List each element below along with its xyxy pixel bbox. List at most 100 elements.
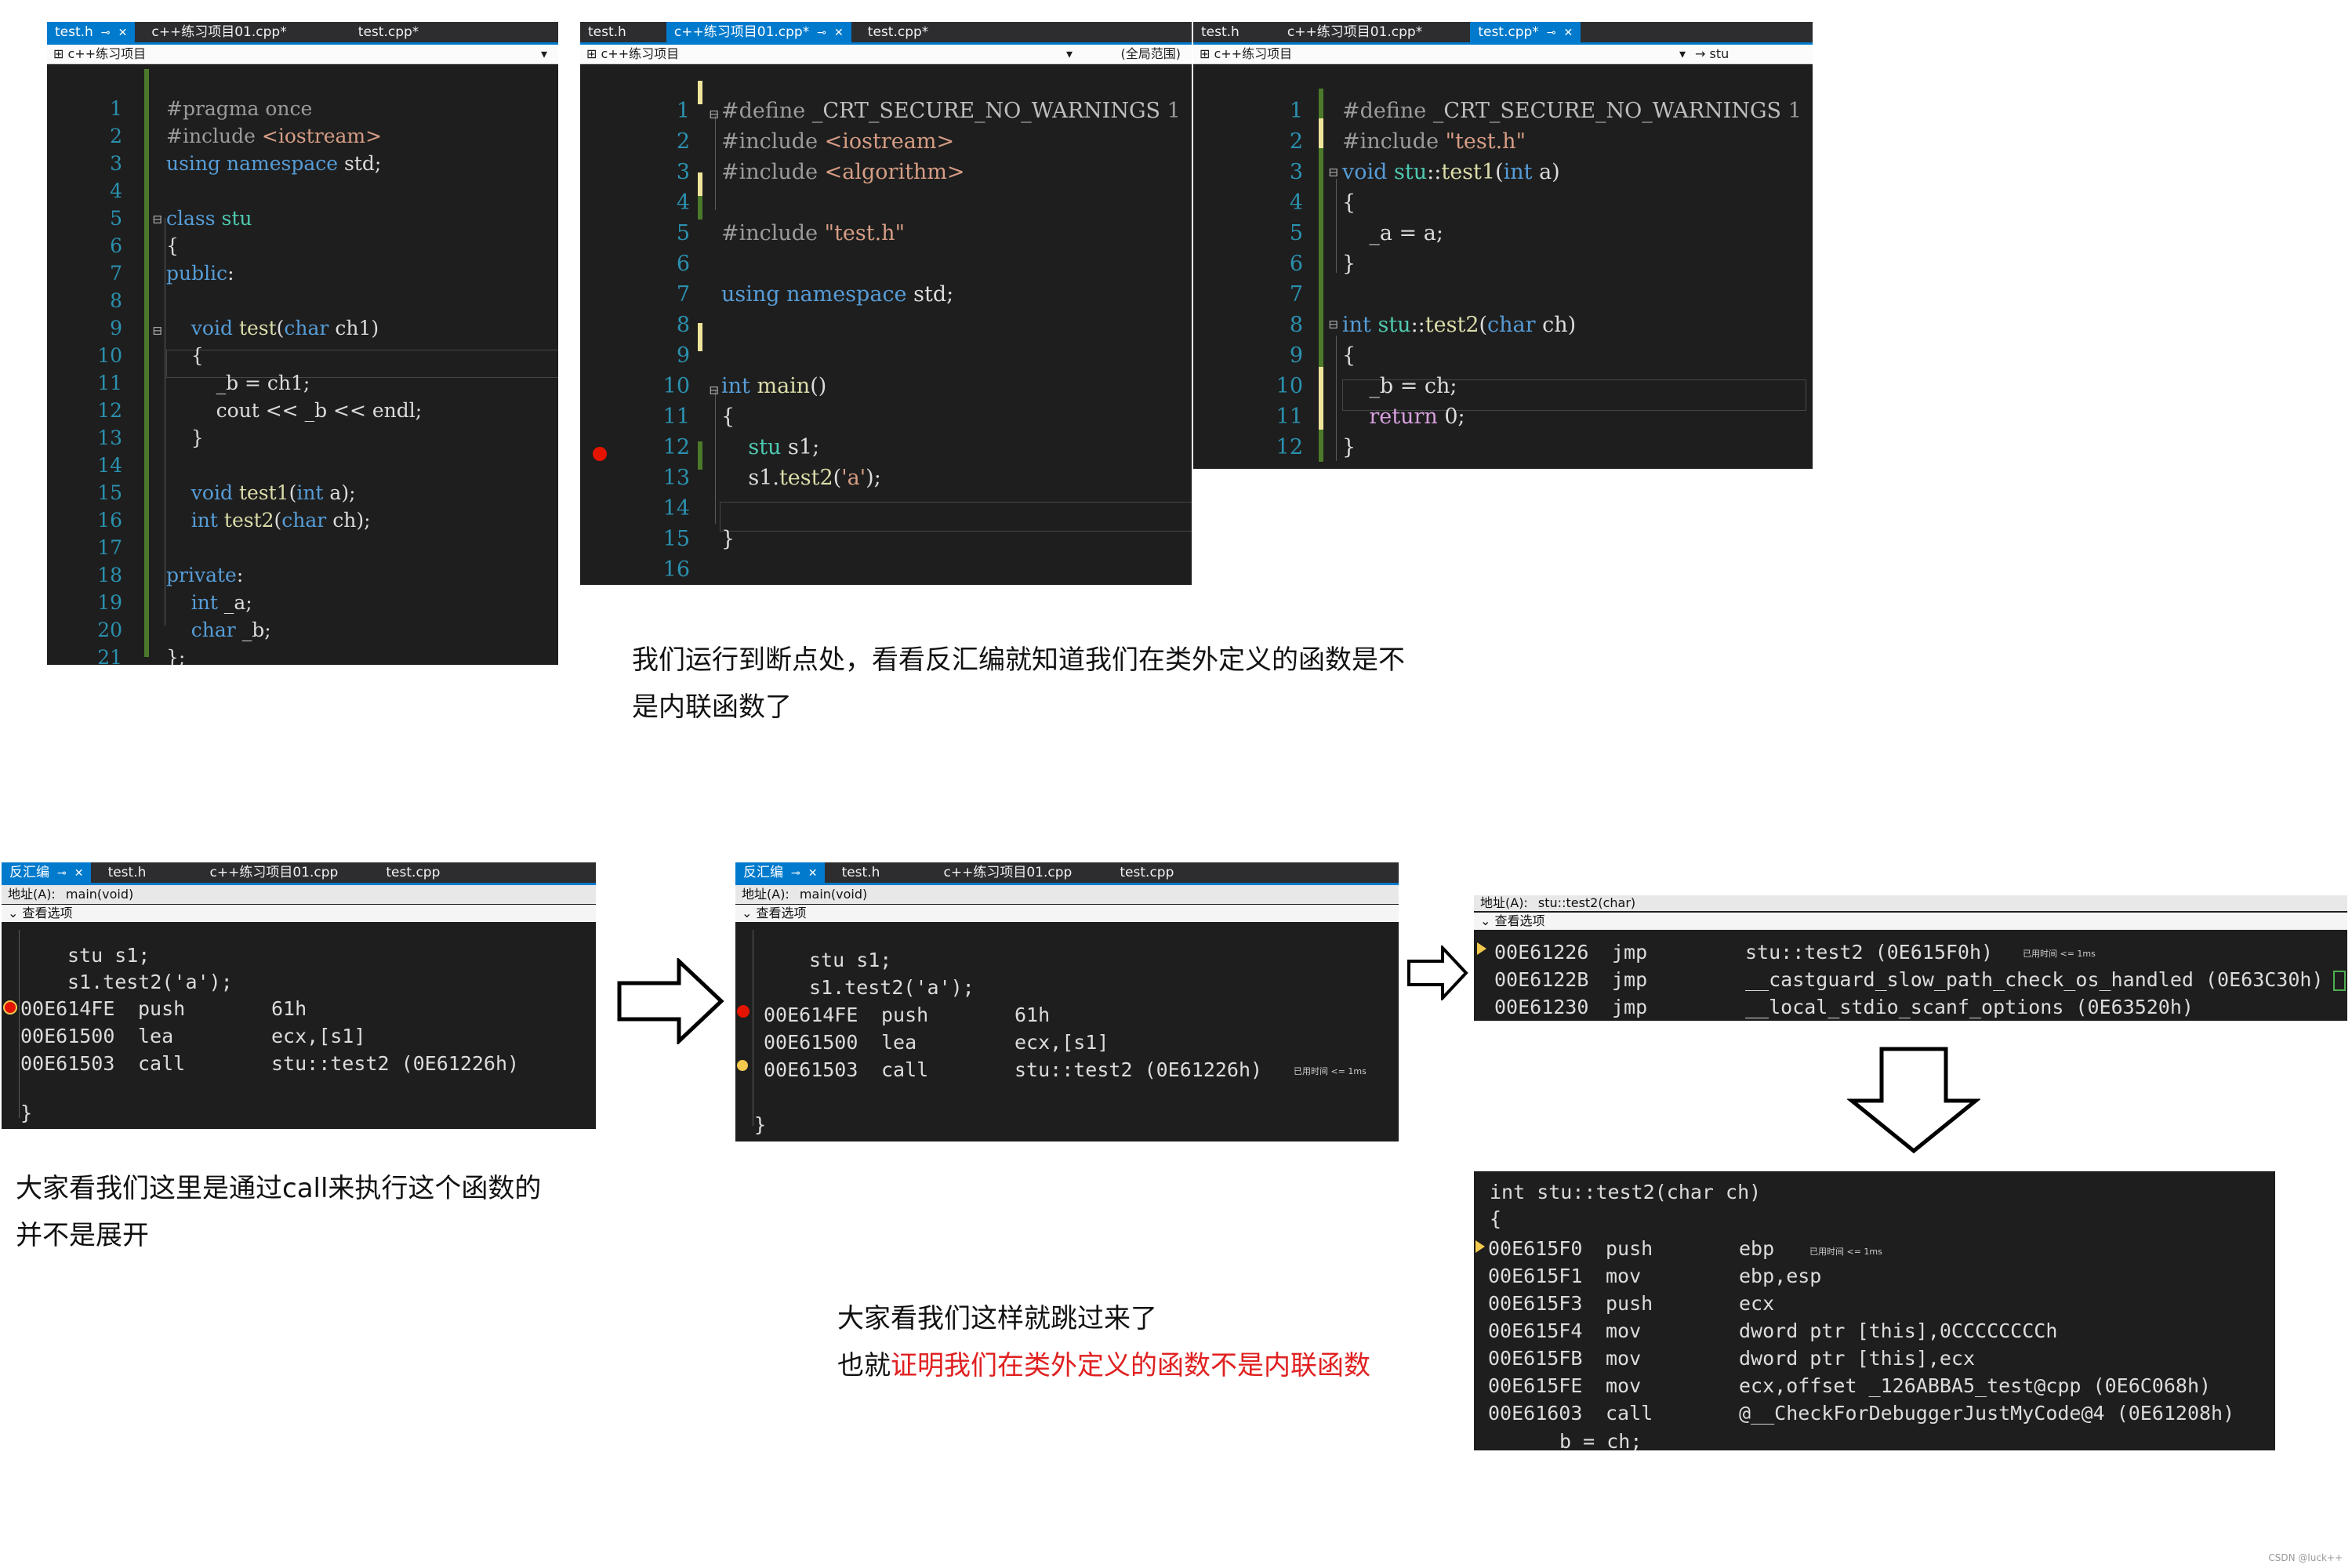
tab-bar: 反汇编 ⊸ ✕ test.h c++练习项目01.cpp test.cpp	[735, 862, 1399, 885]
code-line: stu s1;	[748, 435, 820, 459]
tab-main-cpp[interactable]: c++练习项目01.cpp*	[143, 22, 294, 42]
fold-icon[interactable]: ⊟	[152, 212, 162, 227]
line-number: 10	[97, 344, 122, 367]
instruction-opcode: mov	[1606, 1319, 1642, 1342]
fold-icon[interactable]: ⊟	[1328, 165, 1338, 180]
current-instruction-icon	[737, 1060, 748, 1071]
tab-bar: 反汇编 ⊸ ✕ test.h c++练习项目01.cpp test.cpp	[2, 862, 596, 885]
instruction-operand: ebp	[1739, 1237, 1775, 1260]
pin-icon[interactable]: ⊸	[57, 867, 67, 880]
pin-icon[interactable]: ⊸	[1547, 27, 1556, 39]
tab-main-cpp[interactable]: c++练习项目01.cpp*	[1279, 22, 1461, 42]
instruction-address: 00E6122B	[1494, 968, 1589, 991]
member-dropdown[interactable]: → stu	[1695, 45, 1729, 64]
watermark: CSDN @luck++	[2268, 1552, 2343, 1563]
line-number: 10	[662, 374, 690, 398]
line-number: 9	[1289, 343, 1303, 368]
scope-dropdown[interactable]: (全局范围)	[1121, 45, 1181, 64]
disassembly-panel-4: int stu::test2(char ch) { 00E615F0 push eb…	[1474, 1171, 2275, 1450]
fold-icon[interactable]: ⊟	[152, 323, 162, 338]
close-icon[interactable]: ✕	[808, 867, 818, 880]
code-area[interactable]: 1 2 3 4 5 6 7 8 9 10 11 12 ⊟ ⊟ #define _CRT_SECURE_…	[1193, 66, 1813, 469]
breakpoint-icon[interactable]	[737, 1005, 750, 1018]
tab-test-h[interactable]: test.h	[834, 862, 927, 883]
instruction-address: 00E615F4	[1488, 1319, 1583, 1342]
project-nav-dropdown[interactable]: ⊞ c++练习项目 ▾	[47, 45, 558, 64]
chevron-down-icon[interactable]: ⌄	[8, 906, 23, 920]
tab-test-cpp[interactable]: test.cpp*	[350, 22, 426, 42]
instruction-operand: ecx,[s1]	[1014, 1031, 1109, 1054]
line-number: 4	[676, 191, 690, 215]
tab-test-cpp[interactable]: test.cpp	[1112, 862, 1181, 883]
code-area[interactable]: 1 2 3 4 5 6 7 8 9 10 11 12 13 14 15 16 17 18 19 20 21 ⊟ ⊟ #p…	[47, 66, 558, 665]
project-nav-dropdown[interactable]: ⊞ c++练习项目 ▾ (全局范围)	[580, 45, 1192, 64]
tab-test-h[interactable]: test.h	[580, 22, 658, 42]
pin-icon[interactable]: ⊸	[101, 27, 111, 39]
code-line: {	[1342, 191, 1356, 215]
chevron-down-icon[interactable]: ▾	[1066, 45, 1073, 64]
code-line: #include <algorithm>	[721, 160, 965, 184]
tab-test-h[interactable]: test.h	[100, 862, 194, 883]
arrow-right-icon	[1407, 946, 1468, 1000]
address-bar[interactable]: 地址(A): main(void)	[735, 885, 1399, 904]
tab-test-cpp[interactable]: test.cpp*	[860, 22, 936, 42]
tab-main-cpp[interactable]: c++练习项目01.cpp	[201, 862, 369, 883]
code-line: _b = ch1;	[166, 372, 310, 394]
chevron-down-icon[interactable]: ▾	[1679, 45, 1686, 64]
chevron-down-icon[interactable]: ⌄	[742, 906, 757, 920]
pin-icon[interactable]: ⊸	[817, 27, 826, 39]
line-number: 12	[1276, 435, 1303, 459]
instruction-operand: dword ptr [this],0CCCCCCCCh	[1739, 1319, 2058, 1342]
code-area[interactable]: 1 2 3 4 5 6 7 8 9 10 11 12 13 14 15 16 ⊟ ⊟ #define _CRT…	[580, 66, 1192, 585]
pin-icon[interactable]: ⊸	[791, 867, 800, 880]
close-icon[interactable]: ✕	[1564, 27, 1573, 39]
tab-main-cpp[interactable]: c++练习项目01.cpp* ⊸ ✕	[666, 22, 851, 42]
open-brace: {	[1490, 1207, 1502, 1230]
instruction-address: 00E61603	[1488, 1402, 1583, 1425]
project-nav-dropdown[interactable]: ⊞ c++练习项目 ▾ → stu	[1193, 45, 1813, 64]
code-line: }	[1342, 252, 1356, 276]
instruction-operand: @__CheckForDebuggerJustMyCode@4 (0E61208…	[1739, 1402, 2235, 1425]
fold-icon[interactable]: ⊟	[709, 107, 719, 122]
current-instruction-icon	[1477, 942, 1486, 955]
fold-icon[interactable]: ⊟	[1328, 317, 1338, 332]
code-line: using namespace std;	[166, 152, 382, 175]
code-line: using namespace std;	[721, 282, 954, 307]
tab-disassembly[interactable]: 反汇编 ⊸ ✕	[735, 862, 826, 883]
fold-icon[interactable]: ⊟	[709, 383, 719, 397]
tab-test-h[interactable]: test.h ⊸ ✕	[47, 22, 136, 42]
arrow-down-icon	[1847, 1047, 1980, 1154]
editor-panel-test-cpp: test.h c++练习项目01.cpp* test.cpp* ⊸ ✕ ⊞ c++练…	[1193, 22, 1813, 469]
instruction-operand: stu::test2 (0E615F0h)	[1745, 941, 1994, 964]
address-input[interactable]: main(void)	[800, 887, 867, 902]
instruction-operand: 61h	[1014, 1004, 1051, 1026]
tab-test-cpp[interactable]: test.cpp* ⊸ ✕	[1470, 22, 1581, 42]
instruction-operand: stu::test2 (0E61226h)	[1014, 1058, 1263, 1081]
address-input[interactable]: main(void)	[66, 887, 133, 902]
address-bar[interactable]: 地址(A): stu::test2(char)	[1474, 895, 2347, 911]
view-options[interactable]: ⌄ 查看选项	[1474, 913, 2347, 930]
tab-disassembly[interactable]: 反汇编 ⊸ ✕	[2, 862, 92, 883]
tab-test-cpp[interactable]: test.cpp	[378, 862, 448, 883]
line-number: 5	[110, 207, 122, 230]
instruction-address: 00E615FE	[1488, 1374, 1583, 1397]
close-icon[interactable]: ✕	[118, 27, 128, 39]
address-input[interactable]: stu::test2(char)	[1538, 895, 1635, 910]
tab-test-h[interactable]: test.h	[1193, 22, 1271, 42]
tab-main-cpp[interactable]: c++练习项目01.cpp	[935, 862, 1103, 883]
address-bar[interactable]: 地址(A): main(void)	[2, 885, 596, 904]
source-line: stu s1;	[67, 944, 151, 967]
close-icon[interactable]: ✕	[74, 867, 84, 880]
instruction-opcode: call	[1606, 1402, 1653, 1425]
line-number: 11	[662, 405, 690, 429]
code-line: {	[1342, 343, 1356, 368]
chevron-down-icon[interactable]: ⌄	[1480, 913, 1495, 928]
scroll-marker[interactable]	[2333, 971, 2346, 991]
view-options[interactable]: ⌄ 查看选项	[2, 905, 596, 922]
view-options[interactable]: ⌄ 查看选项	[735, 905, 1399, 922]
code-line: _b = ch;	[1342, 374, 1457, 398]
chevron-down-icon[interactable]: ▾	[541, 45, 547, 64]
close-icon[interactable]: ✕	[834, 27, 844, 39]
line-number: 15	[662, 527, 690, 551]
source-line: s1.test2('a');	[809, 976, 975, 999]
